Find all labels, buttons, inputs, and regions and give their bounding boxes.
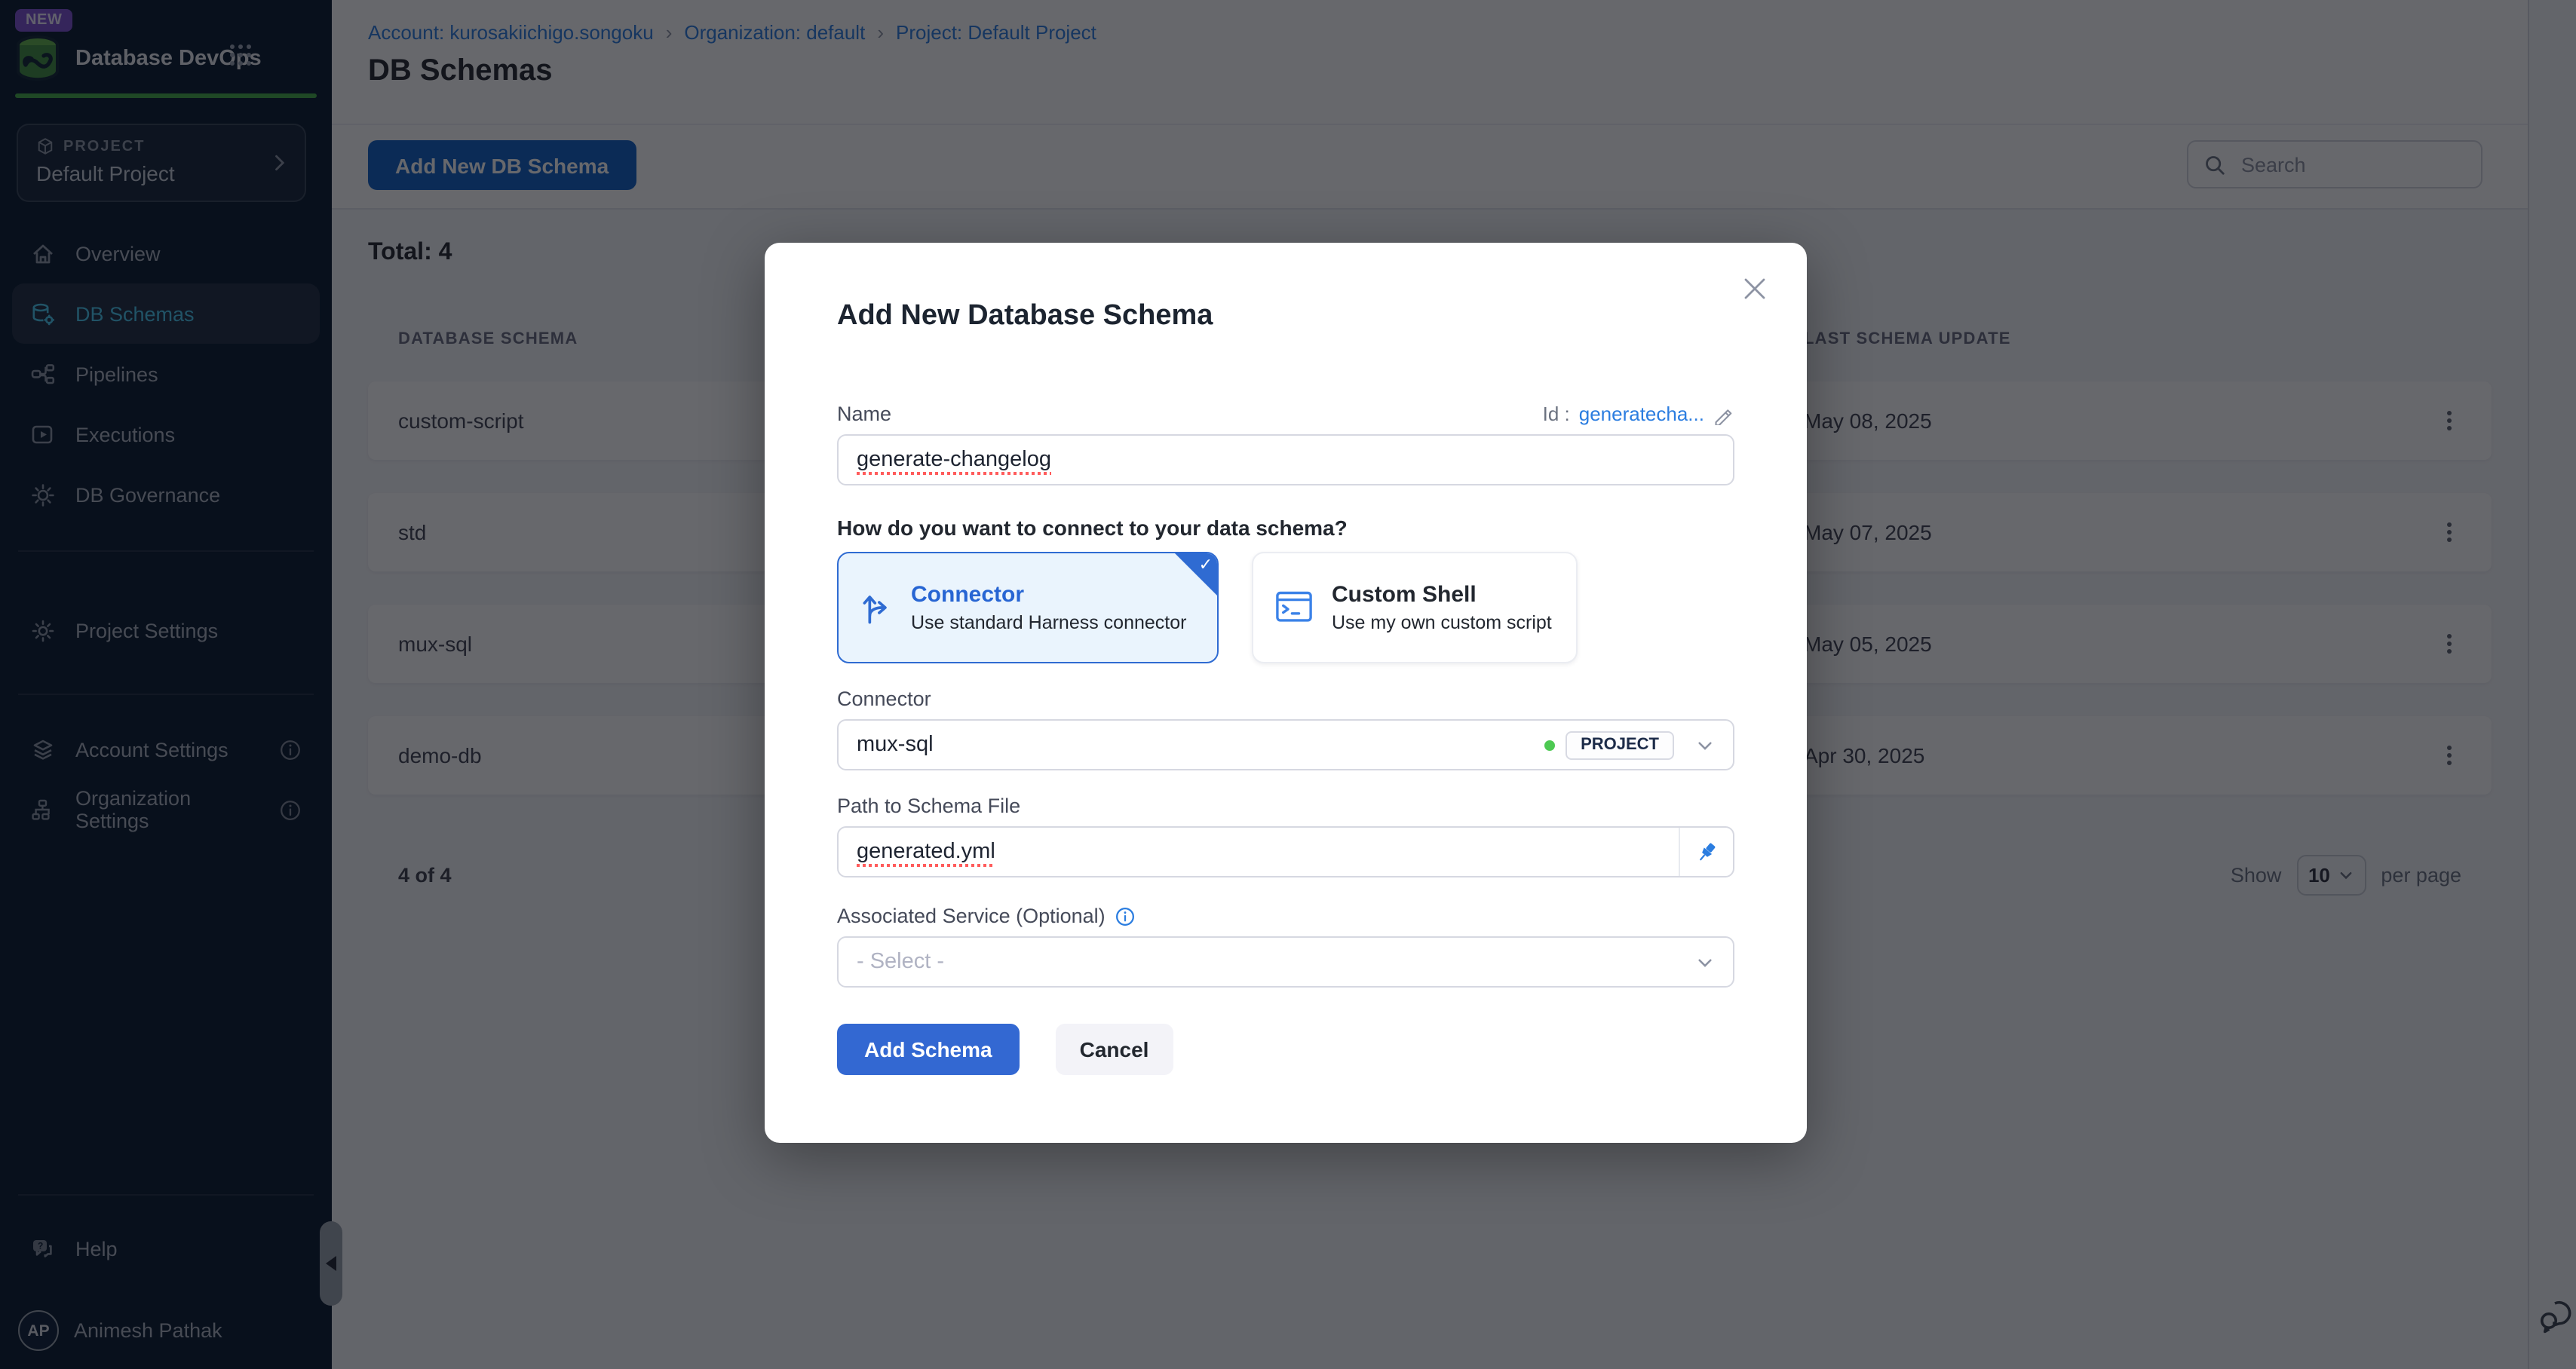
name-label: Name [837, 403, 891, 425]
id-prefix: Id : [1543, 403, 1570, 425]
connector-select-value: mux-sql [857, 733, 934, 757]
associated-service-placeholder: - Select - [857, 950, 944, 974]
cancel-button[interactable]: Cancel [1056, 1024, 1173, 1075]
associated-service-label: Associated Service (Optional) [837, 905, 1106, 927]
custom-shell-option-subtitle: Use my own custom script [1332, 612, 1552, 633]
edit-pencil-icon[interactable] [1713, 403, 1734, 424]
connector-select[interactable]: mux-sql PROJECT [837, 719, 1734, 770]
path-input[interactable]: generated.yml [837, 826, 1734, 877]
chevron-down-icon [1695, 735, 1715, 755]
connector-option-subtitle: Use standard Harness connector [911, 612, 1186, 633]
modal-title: Add New Database Schema [837, 300, 1734, 333]
connector-option-title: Connector [911, 582, 1186, 608]
fixed-value-pin-icon[interactable] [1679, 828, 1733, 876]
check-icon: ✓ [1199, 555, 1213, 574]
path-input-value: generated.yml [857, 840, 995, 864]
connector-fork-icon [860, 588, 893, 627]
app-root: NEW Database DevOps [0, 0, 2576, 1369]
option-card-connector[interactable]: Connector Use standard Harness connector… [837, 552, 1219, 663]
path-field-label: Path to Schema File [837, 795, 1734, 817]
close-icon[interactable] [1739, 273, 1771, 305]
info-icon[interactable] [1115, 905, 1136, 926]
terminal-icon [1274, 590, 1314, 626]
chevron-down-icon [1695, 952, 1715, 972]
associated-service-select[interactable]: - Select - [837, 936, 1734, 988]
id-value-link[interactable]: generatecha... [1579, 403, 1704, 425]
connect-question: How do you want to connect to your data … [837, 516, 1734, 540]
option-card-custom-shell[interactable]: Custom Shell Use my own custom script [1252, 552, 1578, 663]
connector-field-label: Connector [837, 688, 1734, 710]
connector-scope-badge: PROJECT [1566, 730, 1674, 759]
add-schema-button[interactable]: Add Schema [837, 1024, 1020, 1075]
name-input[interactable]: generate-changelog [837, 434, 1734, 485]
custom-shell-option-title: Custom Shell [1332, 582, 1552, 608]
name-input-value: generate-changelog [857, 448, 1051, 472]
connector-status-dot [1544, 740, 1555, 750]
add-schema-modal: Add New Database Schema Name Id : genera… [765, 243, 1807, 1143]
